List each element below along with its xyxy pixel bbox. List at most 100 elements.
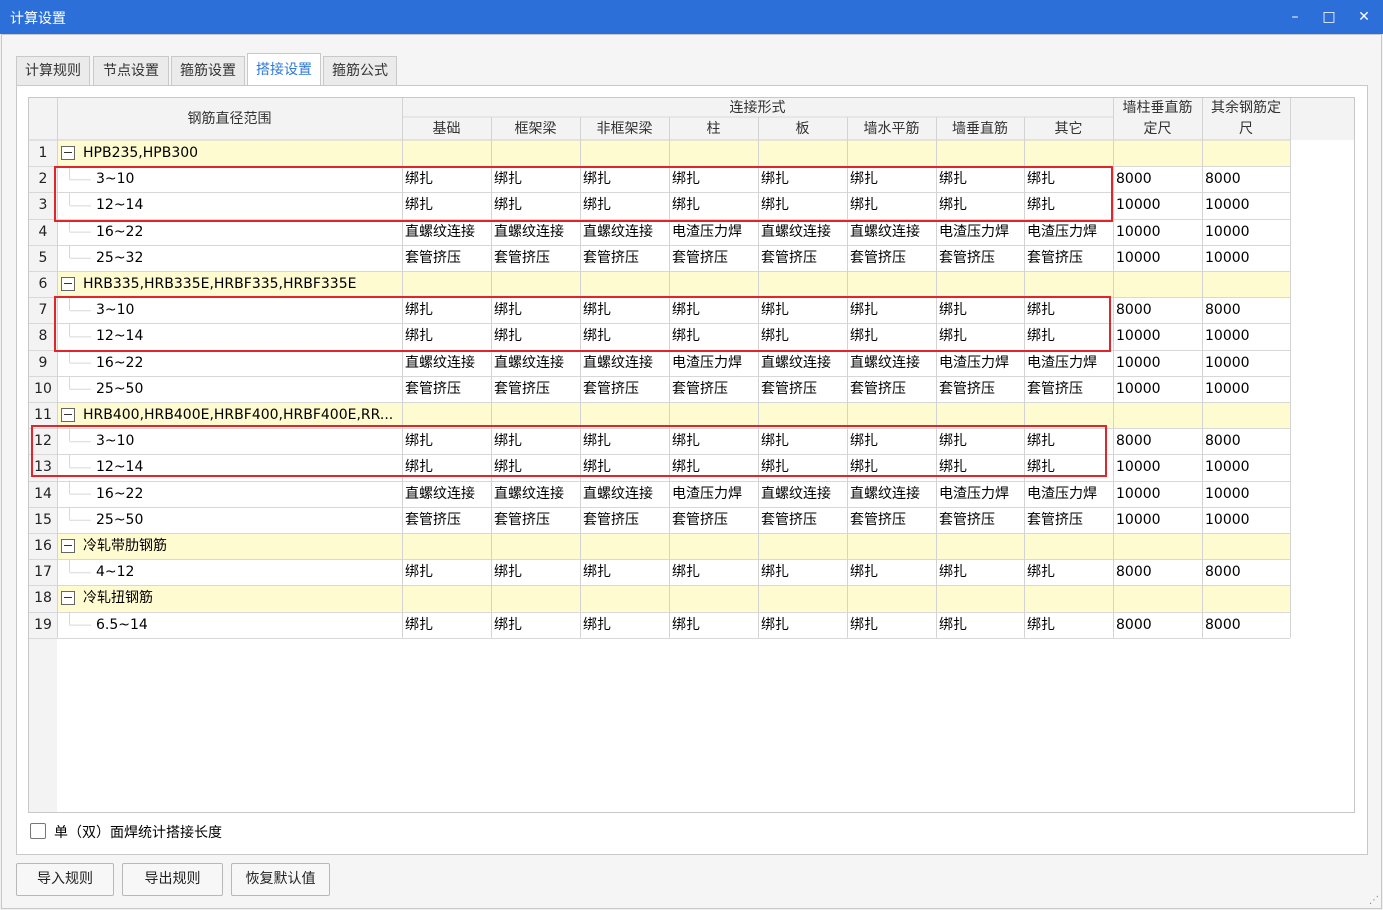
cell-value[interactable]: 电渣压力焊 (672, 219, 757, 245)
cell-value[interactable]: 套管挤压 (405, 507, 490, 533)
cell-value[interactable]: 绑扎 (1027, 559, 1112, 585)
cell-value[interactable]: 绑扎 (939, 297, 1023, 323)
cell-value[interactable]: 绑扎 (405, 428, 490, 454)
collapse-icon[interactable] (61, 408, 75, 422)
cell-value[interactable]: 绑扎 (939, 323, 1023, 349)
cell-value[interactable]: 8000 (1116, 559, 1201, 585)
cell-value[interactable]: 直螺纹连接 (405, 219, 490, 245)
cell-value[interactable]: 套管挤压 (494, 376, 579, 402)
cell-value[interactable]: 绑扎 (939, 612, 1023, 638)
cell-value[interactable]: 绑扎 (761, 559, 846, 585)
collapse-icon[interactable] (61, 277, 75, 291)
cell-value[interactable]: 套管挤压 (939, 376, 1023, 402)
cell-value[interactable]: 绑扎 (1027, 428, 1112, 454)
cell-value[interactable]: 绑扎 (672, 166, 757, 192)
cell-value[interactable]: 10000 (1205, 245, 1289, 271)
cell-value[interactable]: 绑扎 (583, 428, 668, 454)
cell-value[interactable]: 8000 (1116, 428, 1201, 454)
cell-value[interactable]: 绑扎 (672, 612, 757, 638)
cell-value[interactable]: 绑扎 (494, 323, 579, 349)
cell-value[interactable]: 绑扎 (494, 297, 579, 323)
cell-value[interactable]: 绑扎 (1027, 166, 1112, 192)
cell-value[interactable]: 直螺纹连接 (583, 350, 668, 376)
cell-value[interactable]: 8000 (1205, 428, 1289, 454)
cell-value[interactable]: 10000 (1205, 376, 1289, 402)
cell-value[interactable]: 套管挤压 (939, 507, 1023, 533)
cell-value[interactable]: 绑扎 (761, 612, 846, 638)
cell-value[interactable]: 绑扎 (494, 559, 579, 585)
cell-value[interactable]: 套管挤压 (1027, 245, 1112, 271)
cell-value[interactable]: 8000 (1205, 559, 1289, 585)
cell-value[interactable]: 10000 (1205, 323, 1289, 349)
cell-value[interactable]: 绑扎 (672, 192, 757, 218)
cell-value[interactable]: 绑扎 (761, 454, 846, 480)
cell-value[interactable]: 直螺纹连接 (583, 481, 668, 507)
cell-value[interactable]: 套管挤压 (850, 507, 935, 533)
cell-value[interactable]: 绑扎 (494, 612, 579, 638)
cell-value[interactable]: 绑扎 (1027, 323, 1112, 349)
cell-value[interactable]: 绑扎 (850, 454, 935, 480)
cell-value[interactable]: 绑扎 (850, 297, 935, 323)
cell-value[interactable]: 直螺纹连接 (494, 481, 579, 507)
tab-calc-rules[interactable]: 计算规则 (16, 56, 90, 85)
cell-value[interactable]: 绑扎 (405, 192, 490, 218)
cell-value[interactable]: 10000 (1205, 507, 1289, 533)
cell-value[interactable]: 10000 (1205, 481, 1289, 507)
cell-value[interactable]: 绑扎 (583, 454, 668, 480)
cell-value[interactable]: 绑扎 (939, 428, 1023, 454)
cell-value[interactable]: 绑扎 (850, 192, 935, 218)
cell-value[interactable]: 绑扎 (583, 559, 668, 585)
cell-value[interactable]: 绑扎 (405, 454, 490, 480)
cell-value[interactable]: 10000 (1116, 481, 1201, 507)
cell-value[interactable]: 8000 (1116, 612, 1201, 638)
tab-lap-settings[interactable]: 搭接设置 (247, 53, 321, 86)
cell-value[interactable]: 直螺纹连接 (494, 219, 579, 245)
cell-value[interactable]: 套管挤压 (672, 376, 757, 402)
cell-value[interactable]: 绑扎 (583, 166, 668, 192)
cell-value[interactable]: 直螺纹连接 (494, 350, 579, 376)
lap-settings-grid[interactable]: 钢筋直径范围 连接形式 基础 框架梁 非框架梁 柱 板 墙水平筋 墙垂直筋 其它 墙柱垂直筋 定尺 其余… (28, 97, 1355, 813)
tab-stirrup-formula[interactable]: 箍筋公式 (323, 56, 397, 85)
cell-value[interactable]: 绑扎 (583, 323, 668, 349)
collapse-icon[interactable] (61, 146, 75, 160)
cell-value[interactable]: 绑扎 (405, 559, 490, 585)
cell-value[interactable]: 套管挤压 (583, 245, 668, 271)
cell-value[interactable]: 绑扎 (1027, 297, 1112, 323)
cell-value[interactable]: 8000 (1205, 297, 1289, 323)
cell-value[interactable]: 直螺纹连接 (850, 481, 935, 507)
cell-value[interactable]: 绑扎 (583, 612, 668, 638)
cell-value[interactable]: 绑扎 (494, 428, 579, 454)
cell-value[interactable]: 直螺纹连接 (850, 350, 935, 376)
cell-value[interactable]: 绑扎 (761, 192, 846, 218)
export-rules-button[interactable]: 导出规则 (122, 863, 223, 896)
cell-value[interactable]: 电渣压力焊 (1027, 219, 1112, 245)
cell-value[interactable]: 套管挤压 (672, 507, 757, 533)
resize-grip-icon[interactable]: ⋰ (1369, 896, 1379, 906)
cell-value[interactable]: 绑扎 (850, 428, 935, 454)
cell-value[interactable]: 直螺纹连接 (761, 481, 846, 507)
cell-value[interactable]: 绑扎 (939, 192, 1023, 218)
cell-value[interactable]: 套管挤压 (494, 507, 579, 533)
cell-value[interactable]: 绑扎 (761, 166, 846, 192)
cell-value[interactable]: 套管挤压 (850, 376, 935, 402)
cell-value[interactable]: 绑扎 (494, 454, 579, 480)
cell-value[interactable]: 套管挤压 (761, 245, 846, 271)
cell-value[interactable]: 绑扎 (494, 192, 579, 218)
cell-value[interactable]: 电渣压力焊 (939, 481, 1023, 507)
cell-value[interactable]: 绑扎 (1027, 612, 1112, 638)
cell-value[interactable]: 直螺纹连接 (405, 350, 490, 376)
minimize-button[interactable]: – (1278, 0, 1312, 34)
cell-value[interactable]: 绑扎 (405, 323, 490, 349)
cell-value[interactable]: 绑扎 (850, 559, 935, 585)
collapse-icon[interactable] (61, 591, 75, 606)
cell-value[interactable]: 绑扎 (761, 323, 846, 349)
cell-value[interactable]: 绑扎 (405, 166, 490, 192)
cell-value[interactable]: 10000 (1116, 219, 1201, 245)
cell-value[interactable]: 套管挤压 (761, 376, 846, 402)
cell-value[interactable]: 绑扎 (1027, 192, 1112, 218)
cell-value[interactable]: 电渣压力焊 (672, 481, 757, 507)
cell-value[interactable]: 直螺纹连接 (583, 219, 668, 245)
cell-value[interactable]: 电渣压力焊 (939, 219, 1023, 245)
cell-value[interactable]: 8000 (1116, 297, 1201, 323)
cell-value[interactable]: 电渣压力焊 (1027, 481, 1112, 507)
